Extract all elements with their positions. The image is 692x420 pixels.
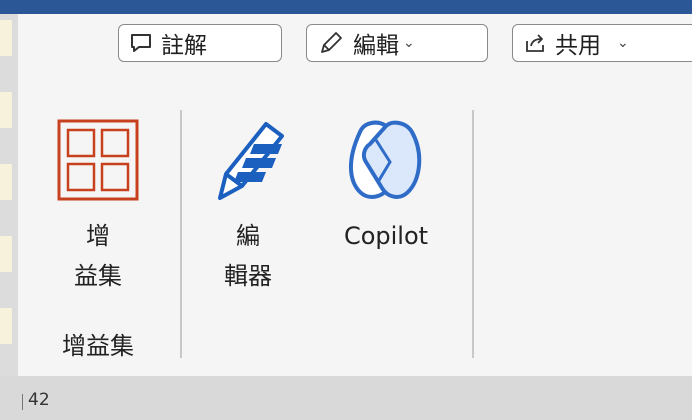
- group-separator: [472, 110, 474, 358]
- chevron-down-icon: ⌄: [617, 35, 629, 51]
- editor-button-line1: 編: [236, 222, 260, 250]
- title-bar: [0, 0, 692, 14]
- addins-button-line2: 益集: [74, 262, 122, 290]
- addins-group-label: 增益集: [62, 332, 134, 360]
- pencil-icon: [321, 32, 342, 53]
- document-edge: [0, 14, 18, 376]
- copilot-label: Copilot: [343, 222, 429, 250]
- editor-pen-icon: [218, 122, 284, 200]
- chevron-down-icon: ⌄: [403, 35, 415, 51]
- share-button[interactable]: 共用 ⌄: [512, 24, 692, 62]
- share-icon: [526, 34, 544, 52]
- comment-icon: [131, 34, 151, 52]
- editing-label: 編輯: [353, 33, 399, 59]
- editor-button[interactable]: 編 輯器: [206, 118, 290, 302]
- comments-button[interactable]: 註解: [118, 24, 282, 62]
- grid-icon: [57, 119, 139, 201]
- editing-button[interactable]: 編輯 ⌄: [306, 24, 488, 62]
- copilot-button[interactable]: Copilot: [326, 118, 446, 258]
- comments-label: 註解: [161, 33, 207, 59]
- status-bar: [0, 376, 692, 420]
- addins-button-line1: 增: [86, 222, 110, 250]
- page-number: 42: [28, 390, 50, 410]
- copilot-icon: [348, 120, 422, 199]
- group-separator: [180, 110, 182, 358]
- editor-button-line2: 輯器: [224, 262, 272, 290]
- addins-button[interactable]: 增 益集: [56, 118, 140, 302]
- page-marker: [22, 394, 23, 410]
- share-label: 共用: [555, 33, 601, 59]
